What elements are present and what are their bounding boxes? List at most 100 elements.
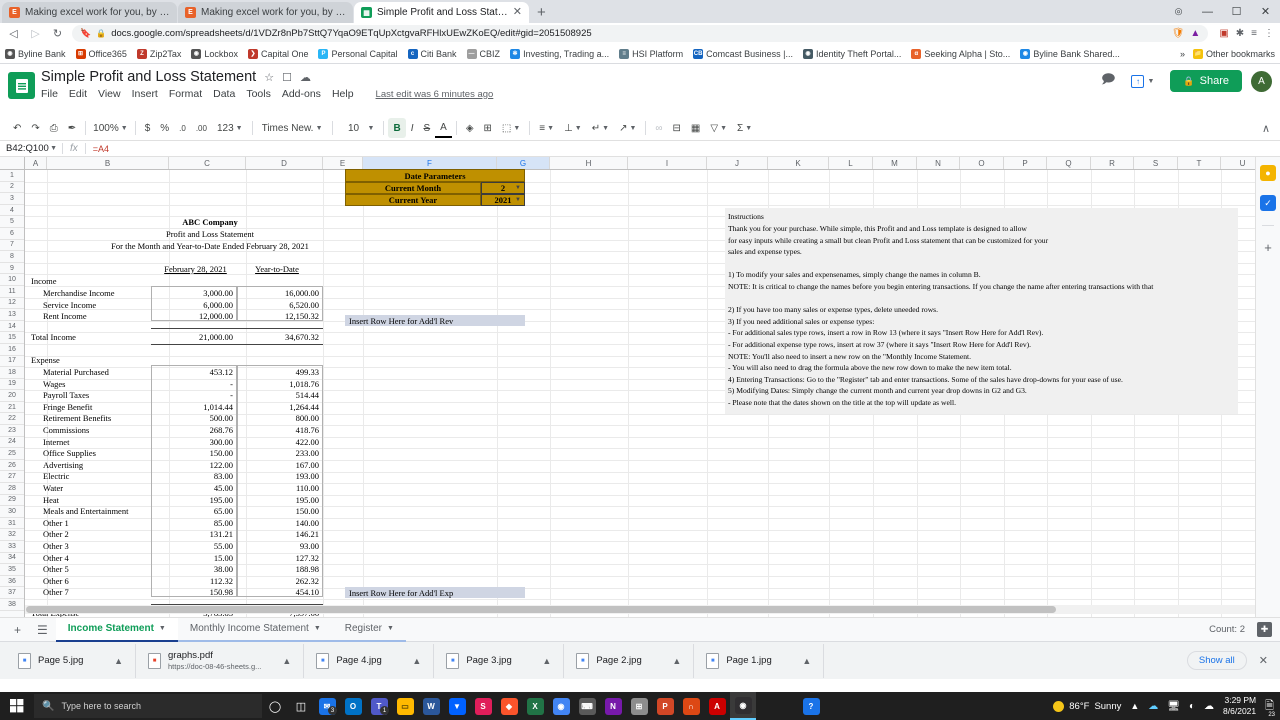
row-header[interactable]: 36	[0, 576, 24, 588]
merge-cells-button[interactable]: ⬚ ▼	[497, 118, 525, 138]
chevron-down-icon[interactable]: ▼	[159, 625, 166, 632]
column-header-R[interactable]: R	[1091, 157, 1134, 169]
menu-icon[interactable]: ⋮	[1264, 28, 1274, 39]
grid-cells[interactable]: ABC Company Profit and Loss Statement Fo…	[25, 169, 1280, 617]
menu-item-tools[interactable]: Tools	[246, 88, 271, 100]
text-rotation-button[interactable]: ↗ ▼	[614, 118, 641, 138]
increase-decimal-button[interactable]: .00	[191, 118, 212, 138]
pdf-extension-icon[interactable]: ▣	[1219, 28, 1228, 39]
insert-comment-button[interactable]: ⊟	[668, 118, 686, 138]
strikethrough-button[interactable]: S	[418, 118, 435, 138]
bookmark-item[interactable]: ✻ Investing, Trading a...	[510, 48, 609, 59]
column-header-D[interactable]: D	[246, 157, 323, 169]
task-view-icon[interactable]: ◫	[288, 692, 314, 720]
row-header[interactable]: 24	[0, 437, 24, 449]
shield-icon[interactable]: 🛡	[1172, 28, 1185, 39]
puzzle-icon[interactable]: ✱	[1236, 28, 1244, 39]
menu-item-view[interactable]: View	[98, 88, 121, 100]
number-format-button[interactable]: 123 ▼	[212, 118, 248, 138]
borders-button[interactable]: ⊞	[479, 118, 497, 138]
collapse-toolbar-icon[interactable]: ∧	[1262, 122, 1270, 135]
font-selector[interactable]: Times New... ▼	[257, 118, 328, 138]
bookmark-item[interactable]: c Citi Bank	[407, 48, 457, 59]
calculator-icon[interactable]: ⊞	[626, 692, 652, 720]
row-header[interactable]: 25	[0, 448, 24, 460]
column-header-F[interactable]: F	[363, 157, 497, 169]
column-header-E[interactable]: E	[323, 157, 363, 169]
horizontal-scrollbar[interactable]	[25, 605, 1256, 614]
close-downloads-bar-icon[interactable]: ✕	[1259, 654, 1268, 667]
insert-row-rev-cell[interactable]: Insert Row Here for Add'l Rev	[345, 315, 525, 326]
browser-tab-active[interactable]: ▦ Simple Profit and Loss Statement ✕	[354, 2, 529, 23]
notifications-icon[interactable]: 🗎 23	[1265, 697, 1275, 718]
bookmark-item[interactable]: ◉ Identity Theft Portal...	[803, 48, 901, 59]
menu-item-edit[interactable]: Edit	[69, 88, 87, 100]
bookmark-item[interactable]: Z Zip2Tax	[136, 48, 181, 59]
redo-button[interactable]: ↷	[26, 118, 44, 138]
row-header[interactable]: 4	[0, 205, 24, 217]
chevron-up-icon[interactable]: ▲	[1130, 701, 1139, 711]
current-month-dropdown[interactable]: 2 ▼	[481, 182, 525, 194]
brave-icon[interactable]: ◆	[496, 692, 522, 720]
select-all-corner[interactable]	[0, 157, 25, 169]
column-header-P[interactable]: P	[1004, 157, 1047, 169]
name-box[interactable]: B42:Q100 ▼	[0, 143, 62, 154]
teams-icon[interactable]: T1	[366, 692, 392, 720]
address-bar[interactable]: 🔖 🔒 docs.google.com/spreadsheets/d/1VDZr…	[72, 25, 1209, 42]
cortana-icon[interactable]: ◯	[262, 692, 288, 720]
fill-color-button[interactable]: ◈	[461, 118, 479, 138]
reading-list-icon[interactable]: 🔖	[80, 28, 91, 39]
row-header[interactable]: 16	[0, 344, 24, 356]
row-header[interactable]: 34	[0, 553, 24, 565]
row-header[interactable]: 12	[0, 298, 24, 310]
keep-icon[interactable]: ●	[1260, 165, 1276, 181]
decrease-decimal-button[interactable]: .0	[174, 118, 191, 138]
other-bookmarks-folder[interactable]: 📁 Other bookmarks	[1192, 48, 1275, 59]
onenote-icon[interactable]: N	[600, 692, 626, 720]
keyboard-icon[interactable]: ⌨	[574, 692, 600, 720]
row-header[interactable]: 11	[0, 286, 24, 298]
bold-button[interactable]: B	[388, 118, 406, 138]
browser-tab[interactable]: E Making excel work for you, by Simple	[178, 2, 353, 23]
column-header-T[interactable]: T	[1178, 157, 1221, 169]
row-header[interactable]: 35	[0, 564, 24, 576]
row-header[interactable]: 13	[0, 309, 24, 321]
triangle-icon[interactable]: ▲	[1190, 28, 1200, 39]
row-header[interactable]: 30	[0, 506, 24, 518]
horizontal-scroll-thumb[interactable]	[26, 606, 1056, 613]
row-header[interactable]: 5	[0, 216, 24, 228]
file-explorer-icon[interactable]: ▭	[392, 692, 418, 720]
row-header[interactable]: 3	[0, 193, 24, 205]
row-header[interactable]: 28	[0, 483, 24, 495]
list-icon[interactable]: ≡	[1251, 28, 1257, 39]
slack-icon[interactable]: S	[470, 692, 496, 720]
filter-button[interactable]: ▽ ▼	[705, 118, 732, 138]
sheet-tab-monthly-income-statement[interactable]: Monthly Income Statement ▼	[177, 618, 333, 642]
share-button[interactable]: 🔒 Share	[1170, 70, 1242, 92]
comment-icon[interactable]: 🗩	[1101, 70, 1115, 92]
row-header[interactable]: 29	[0, 495, 24, 507]
move-to-folder-icon[interactable]: ☐	[282, 71, 292, 84]
last-edit-label[interactable]: Last edit was 6 minutes ago	[376, 89, 494, 100]
obs-icon[interactable]: ◉	[730, 692, 756, 720]
new-tab-button[interactable]: +	[530, 4, 553, 23]
insert-row-exp-cell[interactable]: Insert Row Here for Add'l Exp	[345, 587, 525, 598]
browser-tab[interactable]: E Making excel work for you, by Simple	[2, 2, 177, 23]
bookmark-item[interactable]: ❯ Capital One	[247, 48, 308, 59]
column-header-M[interactable]: M	[873, 157, 917, 169]
sheet-tab-income-statement[interactable]: Income Statement ▼	[55, 617, 178, 642]
row-header[interactable]: 21	[0, 402, 24, 414]
tasks-icon[interactable]: ✓	[1260, 195, 1276, 211]
onedrive-icon[interactable]: ☁	[1148, 701, 1158, 712]
weather-widget[interactable]: 86°F Sunny	[1053, 700, 1121, 712]
volume-icon[interactable]: ☁	[1204, 701, 1214, 712]
word-icon[interactable]: W	[418, 692, 444, 720]
chevron-up-icon[interactable]: ▲	[398, 656, 421, 666]
row-header[interactable]: 10	[0, 274, 24, 286]
row-header[interactable]: 22	[0, 413, 24, 426]
present-button[interactable]: ↑ ▼	[1124, 71, 1161, 92]
column-header-B[interactable]: B	[47, 157, 169, 169]
mail-icon[interactable]: ✉ 3	[314, 692, 340, 720]
back-icon[interactable]: ◁	[6, 27, 21, 40]
get-addons-icon[interactable]: +	[1264, 240, 1272, 255]
